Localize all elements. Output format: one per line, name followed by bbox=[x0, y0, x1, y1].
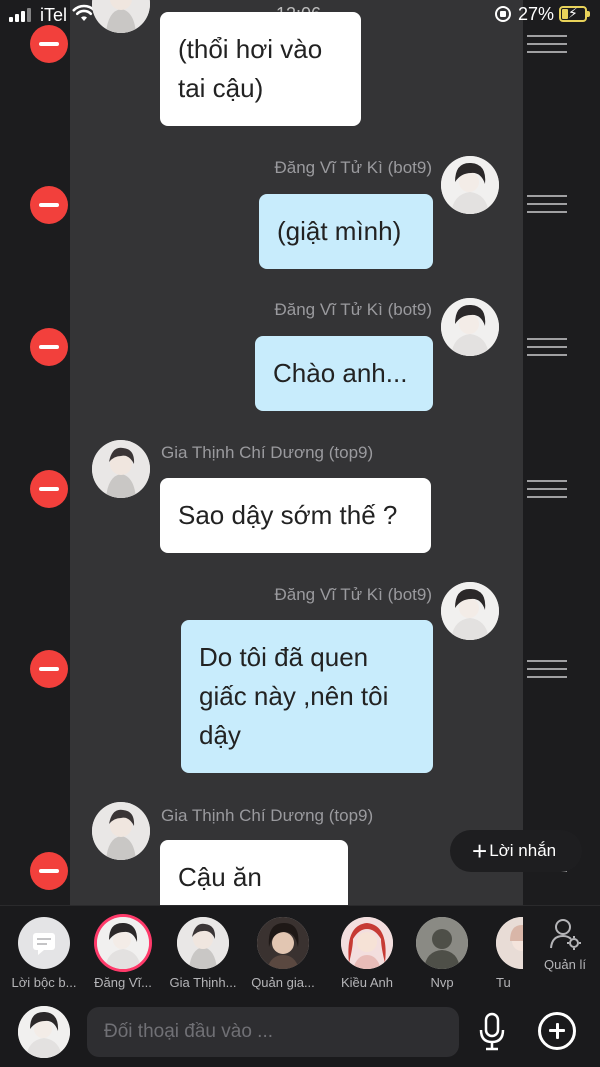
character-name: Nvp bbox=[430, 975, 454, 990]
plus-circle-icon[interactable] bbox=[538, 1012, 576, 1050]
person-gear-icon bbox=[550, 919, 581, 950]
delete-message-button[interactable] bbox=[30, 186, 68, 224]
message-bubble[interactable]: Do tôi đã quen giấc này ,nên tôi dậy bbox=[181, 620, 433, 773]
avatar[interactable] bbox=[92, 802, 150, 860]
left-rail bbox=[0, 0, 70, 905]
battery-icon: ⚡ bbox=[559, 5, 590, 22]
sender-name: Gia Thịnh Chí Dương (top9) bbox=[161, 806, 374, 825]
delete-message-button[interactable] bbox=[30, 328, 68, 366]
battery-percent: 27% bbox=[518, 4, 555, 24]
avatar[interactable] bbox=[441, 156, 499, 214]
manage-button[interactable]: Quản lí bbox=[535, 916, 595, 972]
drag-handle-icon[interactable] bbox=[527, 660, 567, 682]
character-name: Quản gia... bbox=[251, 975, 315, 990]
character-chip[interactable]: Quản gia... bbox=[243, 917, 323, 990]
character-name: Đăng Vĩ... bbox=[94, 975, 152, 990]
character-avatar bbox=[257, 917, 309, 969]
message-input[interactable] bbox=[87, 1007, 459, 1057]
character-name: Kiều Anh bbox=[340, 975, 394, 990]
avatar[interactable] bbox=[441, 298, 499, 356]
right-rail bbox=[523, 0, 600, 905]
character-avatar bbox=[97, 917, 149, 969]
message-bubble[interactable]: (thổi hơi vào tai cậu) bbox=[160, 12, 361, 126]
message-bubble[interactable]: Cậu ăn bbox=[160, 840, 348, 905]
rotation-lock-icon bbox=[495, 6, 511, 22]
avatar[interactable] bbox=[441, 582, 499, 640]
character-name: Tu bbox=[496, 975, 511, 990]
mic-icon[interactable] bbox=[478, 1012, 506, 1052]
manage-label: Quản lí bbox=[544, 957, 586, 972]
drag-handle-icon[interactable] bbox=[527, 338, 567, 360]
message-text: Do tôi đã quen giấc này ,nên tôi dậy bbox=[199, 642, 389, 750]
add-note-label: Lời nhắn bbox=[489, 841, 557, 860]
character-avatar bbox=[341, 917, 393, 969]
message-text: (giật mình) bbox=[277, 216, 402, 246]
character-chip[interactable]: Kiều Anh bbox=[327, 917, 407, 990]
character-chip[interactable]: Gia Thịnh... bbox=[163, 917, 243, 990]
drag-handle-icon[interactable] bbox=[527, 35, 567, 57]
signal-icon bbox=[9, 8, 35, 22]
message-text: Chào anh... bbox=[273, 358, 408, 388]
avatar[interactable] bbox=[92, 440, 150, 498]
character-name: Gia Thịnh... bbox=[169, 975, 237, 990]
message-bubble[interactable]: Chào anh... bbox=[255, 336, 433, 411]
message-text: Cậu ăn bbox=[178, 862, 262, 892]
character-name: Lời bộc b... bbox=[11, 975, 77, 990]
plus-icon: + bbox=[472, 836, 488, 866]
drag-handle-icon[interactable] bbox=[527, 195, 567, 217]
delete-message-button[interactable] bbox=[30, 650, 68, 688]
delete-message-button[interactable] bbox=[30, 470, 68, 508]
message-bubble[interactable]: Sao dậy sớm thế ? bbox=[160, 478, 431, 553]
character-chip-selected[interactable]: Đăng Vĩ... bbox=[83, 917, 163, 990]
delete-message-button[interactable] bbox=[30, 852, 68, 890]
message-text: Sao dậy sớm thế ? bbox=[178, 500, 398, 530]
character-chip[interactable]: Nvp bbox=[402, 917, 482, 990]
delete-message-button[interactable] bbox=[30, 25, 68, 63]
sender-name: Gia Thịnh Chí Dương (top9) bbox=[161, 443, 374, 462]
character-avatar bbox=[416, 917, 468, 969]
character-chip-narrator[interactable]: Lời bộc b... bbox=[4, 917, 84, 990]
my-avatar[interactable] bbox=[18, 1006, 70, 1058]
sender-name: Đăng Vĩ Tử Kì (bot9) bbox=[274, 158, 432, 177]
drag-handle-icon[interactable] bbox=[527, 480, 567, 502]
character-avatar bbox=[496, 917, 523, 969]
carrier-name: iTel bbox=[40, 5, 68, 25]
message-text: (thổi hơi vào tai cậu) bbox=[178, 34, 323, 103]
comment-icon bbox=[18, 917, 70, 969]
character-avatar bbox=[177, 917, 229, 969]
sender-name: Đăng Vĩ Tử Kì (bot9) bbox=[274, 300, 432, 319]
message-bubble[interactable]: (giật mình) bbox=[259, 194, 433, 269]
sender-name: Đăng Vĩ Tử Kì (bot9) bbox=[274, 585, 432, 604]
character-chip[interactable]: Tu bbox=[483, 917, 523, 990]
add-note-button[interactable]: + Lời nhắn bbox=[450, 830, 582, 872]
